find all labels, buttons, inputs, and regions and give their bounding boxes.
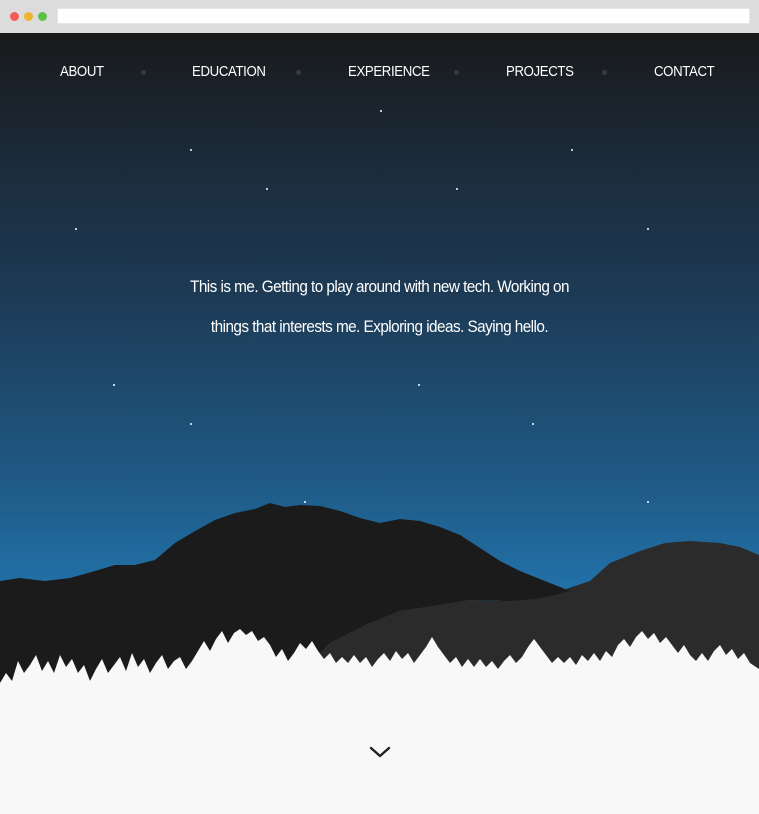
page-ground [0,713,759,814]
browser-chrome [0,0,759,33]
chevron-down-icon[interactable] [369,745,391,759]
mountain-landscape [0,503,759,814]
hero-section: ABOUT EDUCATION EXPERIENCE PROJECTS CONT… [0,33,759,814]
address-bar[interactable] [57,8,750,24]
close-window-button[interactable] [10,12,19,21]
browser-window: ABOUT EDUCATION EXPERIENCE PROJECTS CONT… [0,0,759,814]
maximize-window-button[interactable] [38,12,47,21]
minimize-window-button[interactable] [24,12,33,21]
